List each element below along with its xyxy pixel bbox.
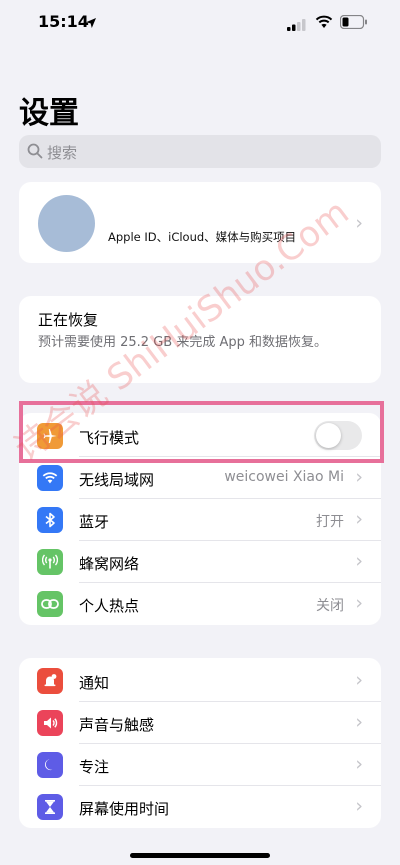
settings-row-bluetooth[interactable]: 蓝牙 打开 ›: [19, 499, 381, 541]
location-arrow-icon: [85, 14, 97, 33]
chevron-right-icon: ›: [355, 466, 363, 488]
chevron-right-icon: ›: [355, 795, 363, 817]
row-value-bluetooth: 打开: [316, 514, 344, 530]
cellular-antenna-icon: [37, 549, 63, 575]
bluetooth-icon: [37, 507, 63, 533]
chevron-right-icon: ›: [355, 711, 363, 733]
row-label-bluetooth: 蓝牙: [79, 513, 110, 531]
status-time: 15:14: [38, 12, 89, 31]
battery-icon: [339, 14, 368, 33]
highlight-box: [19, 401, 384, 463]
row-label-hotspot: 个人热点: [79, 597, 140, 615]
notifications-group: 通知 › 声音与触感 › 专注 › 屏幕使用时间 ›: [19, 658, 381, 828]
chevron-right-icon: ›: [355, 592, 363, 614]
settings-row-focus[interactable]: 专注 ›: [19, 744, 381, 786]
chevron-right-icon: ›: [355, 550, 363, 572]
avatar: [38, 195, 95, 252]
notification-bell-icon: [37, 668, 63, 694]
row-label-sounds: 声音与触感: [79, 716, 155, 734]
apple-id-label: Apple ID、iCloud、媒体与购买项目: [108, 230, 297, 244]
apple-id-card[interactable]: Apple ID、iCloud、媒体与购买项目 ›: [19, 182, 381, 263]
cellular-signal-icon: [287, 16, 307, 35]
restore-card[interactable]: 正在恢复 预计需要使用 25.2 GB 来完成 App 和数据恢复。: [19, 296, 381, 383]
settings-row-wifi[interactable]: 无线局域网 weicowei Xiao Mi ›: [19, 457, 381, 499]
row-label-cellular: 蜂窝网络: [79, 555, 140, 573]
row-value-hotspot: 关闭: [316, 598, 344, 614]
chevron-right-icon: ›: [355, 212, 363, 234]
chevron-right-icon: ›: [355, 508, 363, 530]
restore-description: 预计需要使用 25.2 GB 来完成 App 和数据恢复。: [38, 335, 327, 350]
hotspot-icon: [37, 591, 63, 617]
search-icon: [27, 143, 43, 163]
settings-row-hotspot[interactable]: 个人热点 关闭 ›: [19, 583, 381, 625]
hourglass-icon: [37, 794, 63, 820]
search-field[interactable]: 搜索: [19, 135, 381, 168]
chevron-right-icon: ›: [355, 669, 363, 691]
page-title: 设置: [19, 96, 79, 131]
speaker-icon: [37, 710, 63, 736]
row-value-wifi: weicowei Xiao Mi: [224, 469, 344, 485]
row-label-screen-time: 屏幕使用时间: [79, 800, 170, 818]
status-bar: 15:14: [0, 0, 400, 46]
row-label-focus: 专注: [79, 758, 110, 776]
restore-title: 正在恢复: [38, 311, 99, 329]
wifi-icon: [315, 14, 333, 33]
search-placeholder: 搜索: [47, 144, 78, 162]
settings-row-notifications[interactable]: 通知 ›: [19, 660, 381, 702]
wifi-icon: [37, 465, 63, 491]
settings-row-screen-time[interactable]: 屏幕使用时间 ›: [19, 786, 381, 828]
settings-row-sounds[interactable]: 声音与触感 ›: [19, 702, 381, 744]
row-label-wifi: 无线局域网: [79, 471, 155, 489]
home-indicator: [130, 853, 270, 858]
moon-icon: [37, 752, 63, 778]
chevron-right-icon: ›: [355, 753, 363, 775]
row-label-notifications: 通知: [79, 674, 110, 692]
settings-row-cellular[interactable]: 蜂窝网络 ›: [19, 541, 381, 583]
